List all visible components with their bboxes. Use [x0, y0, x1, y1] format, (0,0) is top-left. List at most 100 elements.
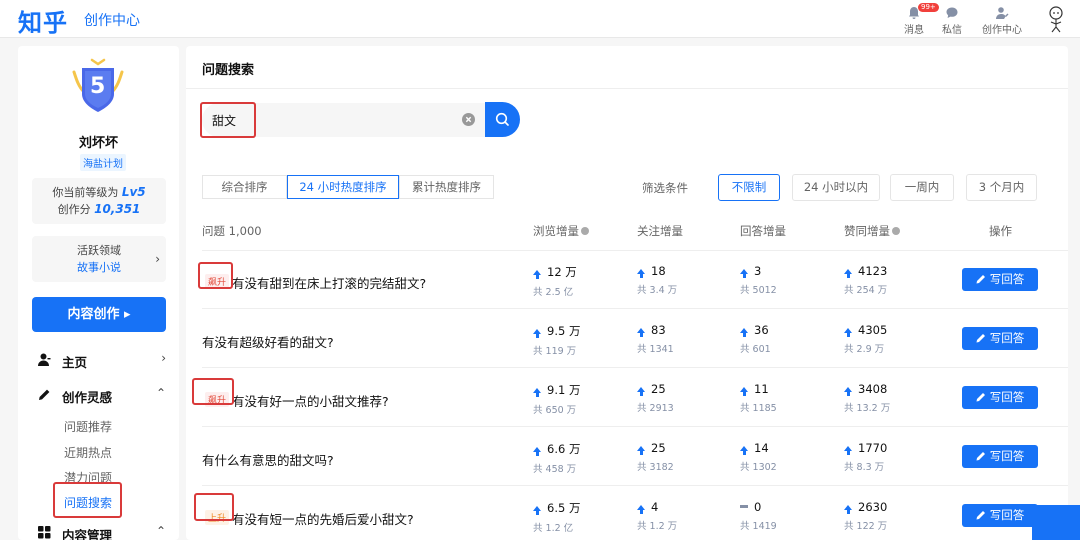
- highlight-box: [194, 493, 234, 521]
- write-answer-button[interactable]: 写回答: [962, 327, 1038, 350]
- views-delta: 6.5 万: [547, 501, 581, 515]
- follows-total: 共 3182: [637, 462, 674, 473]
- question-title[interactable]: 有没有超级好看的甜文?: [202, 332, 334, 351]
- answers-delta: 0: [754, 500, 762, 514]
- arrow-up-icon: [637, 328, 645, 337]
- table-row: 有什么有意思的甜文吗? 6.6 万共 458 万 25 共 3182 14 共 13…: [186, 427, 1068, 485]
- highlight-box: [53, 482, 122, 518]
- views-total: 共 458 万: [533, 464, 577, 475]
- arrow-up-icon: [637, 446, 645, 455]
- likes-delta: 2630: [858, 500, 888, 514]
- write-answer-button[interactable]: 写回答: [962, 504, 1038, 527]
- main-panel: 问题搜索 甜文 综合排序 24 小时热度排序 累计热度排序 筛选条件 不限制 2…: [186, 46, 1068, 540]
- likes-delta: 4123: [858, 264, 888, 278]
- question-title[interactable]: 有没有好一点的小甜文推荐?: [232, 391, 389, 410]
- question-title[interactable]: 有没有甜到在床上打滚的完结甜文?: [232, 273, 426, 292]
- likes-stat: 2630 共 122 万: [844, 500, 887, 532]
- column-header-label: 赞同增量: [844, 224, 890, 238]
- sidebar-item-home[interactable]: 主页 ›: [36, 351, 166, 371]
- highlight-box: [200, 102, 256, 138]
- column-header-likes[interactable]: 赞同增量: [844, 223, 900, 239]
- arrow-up-icon: [844, 387, 852, 396]
- likes-stat: 4305 共 2.9 万: [844, 323, 887, 355]
- search-button[interactable]: [485, 102, 520, 137]
- follows-stat: 25 共 3182: [637, 441, 674, 473]
- views-delta: 12 万: [547, 265, 577, 279]
- follows-stat: 83 共 1341: [637, 323, 674, 355]
- likes-total: 共 13.2 万: [844, 403, 891, 414]
- messages-button[interactable]: 99+ 消息: [904, 3, 939, 36]
- site-subtitle[interactable]: 创作中心: [84, 10, 140, 30]
- level-info-card: 你当前等级为 Lv5 创作分 10,351: [32, 178, 166, 224]
- follows-delta: 4: [651, 500, 659, 514]
- answers-total: 共 1302: [740, 462, 777, 473]
- answers-delta: 3: [754, 264, 762, 278]
- arrow-up-icon: [637, 387, 645, 396]
- table-row: 有没有超级好看的甜文? 9.5 万共 119 万 83 共 1341 36 共 60…: [186, 309, 1068, 367]
- question-title[interactable]: 有什么有意思的甜文吗?: [202, 450, 334, 469]
- follows-delta: 25: [651, 382, 666, 396]
- zhihu-logo[interactable]: 知乎: [18, 3, 68, 38]
- views-total: 共 2.5 亿: [533, 287, 574, 298]
- chevron-up-icon: ⌃: [155, 524, 166, 538]
- field-value: 故事小说: [77, 261, 121, 274]
- answers-total: 共 1185: [740, 403, 777, 414]
- arrow-up-icon: [740, 446, 748, 455]
- follows-stat: 25 共 2913: [637, 382, 674, 414]
- creator-center-button[interactable]: 创作中心: [982, 4, 1022, 36]
- filter-24h[interactable]: 24 小时以内: [792, 174, 880, 201]
- arrow-up-icon: [740, 328, 748, 337]
- write-answer-button[interactable]: 写回答: [962, 445, 1038, 468]
- sidebar-item-inspiration[interactable]: 创作灵感 ⌃: [36, 386, 166, 406]
- sidebar-item-content-management[interactable]: 内容管理 ⌃: [36, 524, 166, 540]
- filter-3-months[interactable]: 3 个月内: [966, 174, 1037, 201]
- views-stat: 6.5 万共 1.2 亿: [533, 500, 580, 534]
- sidebar-subitem-recent-hot[interactable]: 近期热点: [64, 444, 112, 461]
- follows-delta: 83: [651, 323, 666, 337]
- sidebar-item-label: 主页: [62, 355, 88, 370]
- floating-action-tab[interactable]: [1032, 505, 1080, 540]
- creator-center-label: 创作中心: [982, 25, 1022, 36]
- follows-total: 共 1341: [637, 344, 674, 355]
- sidebar-item-label: 创作灵感: [62, 390, 113, 405]
- sort-tab-24h-heat[interactable]: 24 小时热度排序: [287, 175, 399, 199]
- arrow-up-icon: [740, 387, 748, 396]
- answers-stat: 11 共 1185: [740, 382, 777, 414]
- chevron-right-icon: ›: [155, 252, 160, 266]
- filter-no-limit[interactable]: 不限制: [718, 174, 780, 201]
- likes-stat: 4123 共 254 万: [844, 264, 887, 296]
- sort-tab-total-heat[interactable]: 累计热度排序: [399, 175, 494, 199]
- likes-stat: 1770 共 8.3 万: [844, 441, 887, 473]
- answers-total: 共 601: [740, 344, 771, 355]
- active-field-card[interactable]: 活跃领域 故事小说 ›: [32, 236, 166, 282]
- info-icon[interactable]: [892, 227, 900, 235]
- arrow-up-icon: [844, 269, 852, 278]
- sort-tab-comprehensive[interactable]: 综合排序: [202, 175, 287, 199]
- answers-total: 共 1419: [740, 521, 777, 532]
- answers-stat: 14 共 1302: [740, 441, 777, 473]
- info-icon[interactable]: [581, 227, 589, 235]
- question-title[interactable]: 有没有短一点的先婚后爱小甜文?: [232, 509, 414, 528]
- answers-delta: 36: [754, 323, 769, 337]
- column-header-views[interactable]: 浏览增量: [533, 223, 589, 239]
- likes-total: 共 8.3 万: [844, 462, 885, 473]
- write-answer-button[interactable]: 写回答: [962, 386, 1038, 409]
- pencil-icon: [976, 334, 985, 343]
- pencil-icon: [39, 389, 50, 400]
- plan-badge[interactable]: 海盐计划: [80, 154, 126, 171]
- views-delta: 6.6 万: [547, 442, 581, 456]
- sidebar-subitem-question-recommend[interactable]: 问题推荐: [64, 418, 112, 435]
- user-edit-icon: [996, 7, 1009, 19]
- chevron-right-icon: ›: [161, 351, 166, 365]
- filter-week[interactable]: 一周内: [890, 174, 954, 201]
- content-create-button[interactable]: 内容创作 ▸: [32, 297, 166, 332]
- avatar[interactable]: [1043, 5, 1069, 33]
- views-total: 共 119 万: [533, 346, 577, 357]
- user-name[interactable]: 刘坏坏: [18, 132, 179, 151]
- level-value: Lv5: [121, 185, 146, 199]
- clear-icon[interactable]: [462, 113, 475, 126]
- write-answer-button[interactable]: 写回答: [962, 268, 1038, 291]
- arrow-up-icon: [533, 388, 541, 397]
- sidebar-item-label: 内容管理: [62, 528, 113, 540]
- private-message-button[interactable]: 私信: [942, 4, 962, 36]
